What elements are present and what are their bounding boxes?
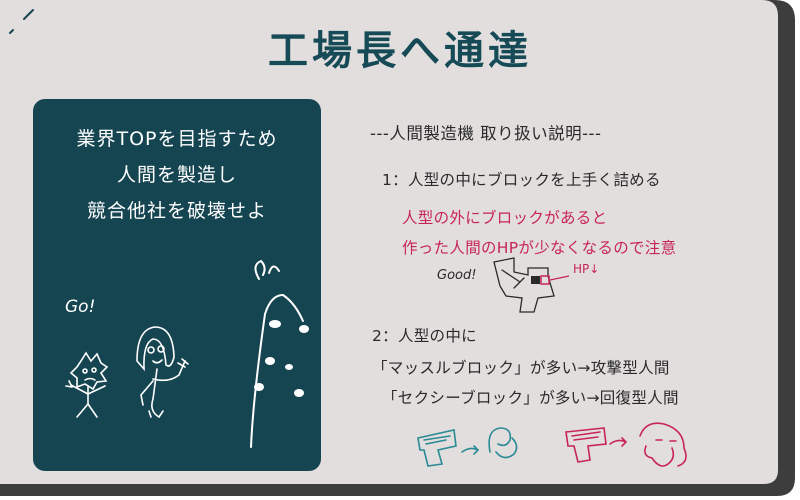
- muscle-block-doodle: [417, 427, 518, 467]
- sexy-block-doodle: [565, 422, 687, 467]
- bottom-sketches: [417, 422, 687, 467]
- announcement-card: 工場長へ通達 業界TOPを目指すため 人間を製造し 競合他社を破壊せよ Go!: [0, 0, 800, 500]
